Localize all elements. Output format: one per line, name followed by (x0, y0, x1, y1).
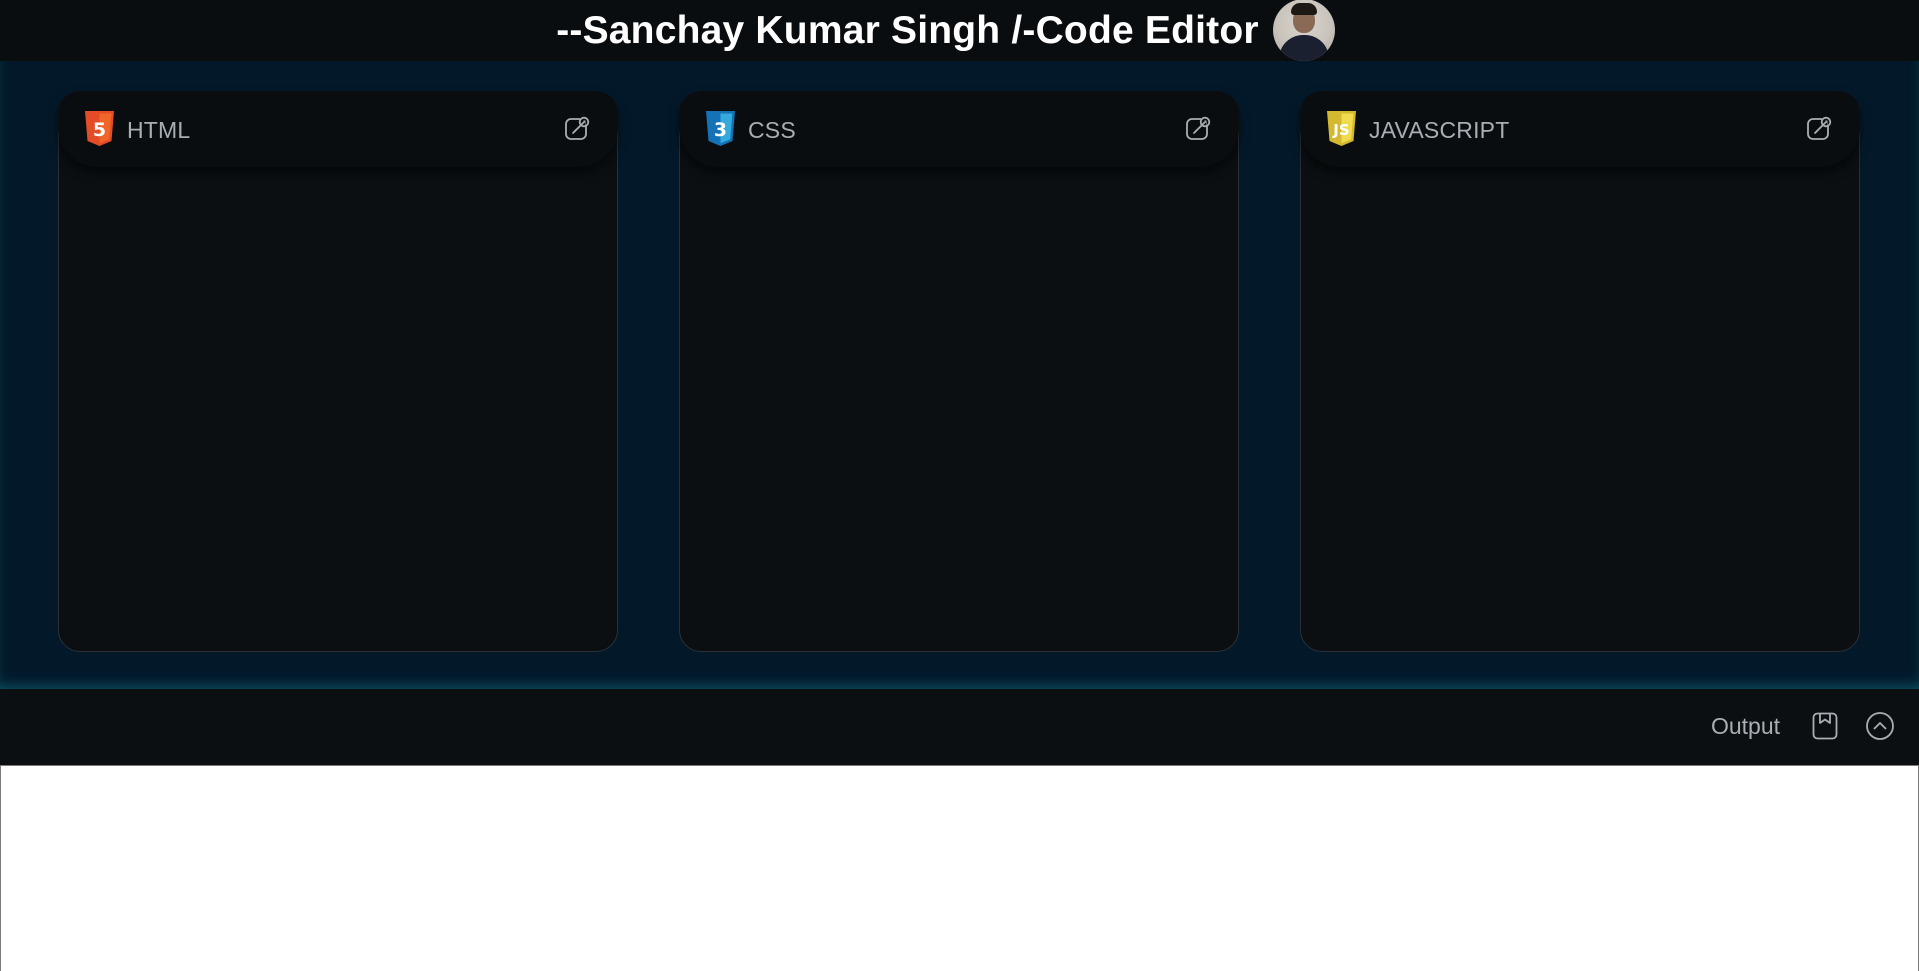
js-editor-panel: JS JAVASCRIPT (1300, 91, 1860, 652)
svg-text:3: 3 (714, 119, 727, 141)
html-panel-label: HTML (127, 117, 191, 143)
html-editor-panel: 5 HTML (58, 91, 618, 652)
app-header: --Sanchay Kumar Singh /-Code Editor (0, 0, 1919, 61)
avatar (1272, 0, 1335, 61)
chevron-up-circle-icon[interactable] (1865, 711, 1895, 741)
js-icon: JS (1327, 111, 1356, 146)
open-editor-icon[interactable] (1185, 114, 1213, 142)
open-editor-icon[interactable] (1806, 114, 1834, 142)
css-panel-label: CSS (748, 117, 796, 143)
output-toolbar: Output (0, 689, 1919, 765)
svg-text:5: 5 (93, 119, 106, 141)
editor-area: 5 HTML 3 CSS JS JAVASCRIPT (0, 61, 1919, 689)
bookmark-icon[interactable] (1810, 711, 1840, 741)
html-panel-header: 5 HTML (58, 91, 618, 167)
css-panel-header: 3 CSS (679, 91, 1239, 167)
css3-icon: 3 (706, 111, 735, 146)
output-preview-frame[interactable] (0, 765, 1919, 971)
svg-text:JS: JS (1332, 121, 1349, 139)
html5-icon: 5 (85, 111, 114, 146)
js-panel-header: JS JAVASCRIPT (1300, 91, 1860, 167)
output-label: Output (1710, 713, 1780, 739)
css-editor-panel: 3 CSS (679, 91, 1239, 652)
page-title: --Sanchay Kumar Singh /-Code Editor (556, 8, 1259, 52)
js-panel-label: JAVASCRIPT (1369, 117, 1510, 143)
open-editor-icon[interactable] (564, 114, 592, 142)
